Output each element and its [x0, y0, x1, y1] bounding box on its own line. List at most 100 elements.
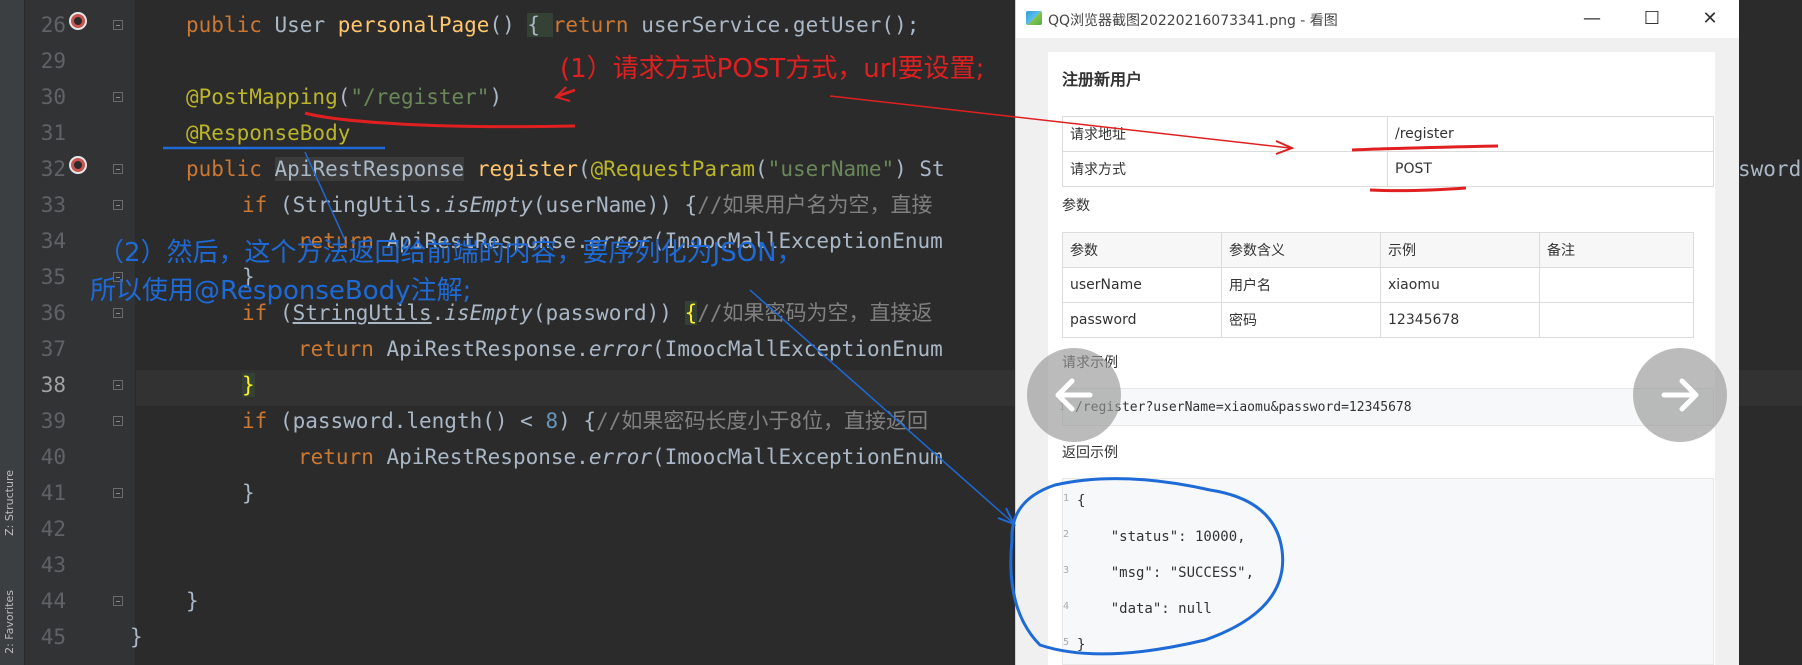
- code-line-40[interactable]: return ApiRestResponse.error(ImoocMallEx…: [298, 439, 943, 475]
- line-number: 36: [40, 301, 66, 325]
- code-token: (: [755, 157, 768, 181]
- code-token: if: [242, 193, 280, 217]
- code-token: "userName": [767, 157, 895, 181]
- code-token: ApiRestResponse: [274, 157, 465, 181]
- code-token: }: [242, 481, 255, 505]
- code-token: public: [186, 13, 275, 37]
- image-app-icon: [1026, 11, 1042, 25]
- code-token: public: [186, 157, 275, 181]
- line-number: 41: [40, 481, 66, 505]
- code-token: (password)): [532, 301, 685, 325]
- table-row: 请求地址 /register: [1062, 116, 1714, 152]
- fold-marker-icon[interactable]: [113, 596, 123, 606]
- response-text: {: [1077, 493, 1086, 509]
- line-number: 3: [1063, 565, 1070, 576]
- annotation-note-2-line-1: （2）然后，这个方法返回给前端的内容，要序列化为JSON，: [98, 238, 803, 268]
- table-row: 请求方式 POST: [1062, 151, 1714, 187]
- code-token: return: [552, 13, 642, 37]
- code-token: (StringUtils.: [279, 193, 445, 217]
- code-line-39[interactable]: if (password.length() < 8) {//如果密码长度小于8位…: [242, 403, 928, 439]
- favorites-tab[interactable]: 2: Favorites: [3, 590, 16, 654]
- code-token: ) {: [558, 409, 597, 433]
- line-number: 34: [40, 229, 66, 253]
- doc-title: 注册新用户: [1062, 70, 1143, 89]
- code-token: (: [577, 157, 591, 181]
- code-line-41[interactable]: }: [242, 475, 255, 511]
- table-header: 示例: [1380, 232, 1540, 268]
- line-number: 2: [1063, 529, 1070, 540]
- code-token: return: [298, 337, 387, 361]
- table-header: 参数: [1062, 232, 1222, 268]
- minimize-button[interactable]: —: [1567, 0, 1617, 38]
- code-token: 8: [545, 409, 559, 433]
- code-line-37[interactable]: return ApiRestResponse.error(ImoocMallEx…: [298, 331, 943, 367]
- fold-marker-icon[interactable]: [113, 416, 123, 426]
- code-token: ApiRestResponse.: [386, 337, 589, 361]
- tool-window-strip: Z: Structure 2: Favorites: [0, 0, 25, 665]
- response-example-box: 1{ 2 "status": 10000, 3 "msg": "SUCCESS"…: [1062, 478, 1714, 665]
- table-cell: 用户名: [1221, 267, 1381, 303]
- code-line-33[interactable]: if (StringUtils.isEmpty(userName)) {//如果…: [242, 187, 933, 223]
- maximize-button[interactable]: ☐: [1627, 0, 1677, 38]
- code-token: }: [186, 589, 199, 613]
- code-token: @PostMapping: [186, 85, 338, 109]
- table-cell: [1539, 267, 1694, 303]
- table-cell: [1539, 302, 1694, 338]
- table-row: password 密码 12345678: [1062, 302, 1694, 338]
- fold-marker-icon[interactable]: [113, 308, 123, 318]
- code-line-32[interactable]: public ApiRestResponse register(@Request…: [186, 151, 945, 187]
- implementing-method-icon[interactable]: [69, 156, 87, 174]
- table-header-row: 参数 参数含义 示例 备注: [1062, 232, 1694, 268]
- table-cell: POST: [1387, 151, 1714, 187]
- previous-image-button[interactable]: [1027, 348, 1121, 442]
- image-viewer-window: QQ浏览器截图20220216073341.png - 看图 — ☐ ✕ 注册新…: [1015, 0, 1739, 665]
- code-token: //如果用户名为空，直接: [697, 193, 933, 217]
- fold-marker-icon[interactable]: [113, 200, 123, 210]
- response-line: 1{: [1063, 493, 1086, 509]
- code-token: }: [130, 625, 143, 649]
- line-number: 1: [1063, 493, 1070, 504]
- code-token: isEmpty: [444, 193, 533, 217]
- table-header: 参数含义: [1221, 232, 1381, 268]
- next-image-button[interactable]: [1633, 348, 1727, 442]
- code-token: error: [588, 445, 653, 469]
- fold-marker-icon[interactable]: [113, 92, 123, 102]
- response-line: 4 "data": null: [1063, 601, 1212, 617]
- structure-tab[interactable]: Z: Structure: [3, 470, 16, 536]
- code-line-45[interactable]: }: [130, 619, 143, 655]
- code-token: (userName)) {: [532, 193, 698, 217]
- fold-marker-icon[interactable]: [113, 380, 123, 390]
- params-table: 参数 参数含义 示例 备注 userName 用户名 xiaomu passwo…: [1062, 232, 1694, 338]
- line-number: 29: [40, 49, 66, 73]
- fold-marker-icon[interactable]: [113, 488, 123, 498]
- code-token: error: [588, 337, 653, 361]
- response-line: 5}: [1063, 637, 1085, 653]
- close-button[interactable]: ✕: [1685, 0, 1735, 38]
- code-line-31[interactable]: @ResponseBody: [186, 115, 350, 151]
- code-line-32-tail: sword: [1738, 151, 1801, 187]
- code-token: @RequestParam: [590, 157, 756, 181]
- viewer-titlebar[interactable]: QQ浏览器截图20220216073341.png - 看图 — ☐ ✕: [1016, 0, 1739, 38]
- line-number: 4: [1063, 601, 1070, 612]
- window-title: QQ浏览器截图20220216073341.png - 看图: [1048, 13, 1338, 29]
- code-line-44[interactable]: }: [186, 583, 199, 619]
- code-line-30[interactable]: @PostMapping("/register"): [186, 79, 502, 115]
- implementing-method-icon[interactable]: [69, 12, 87, 30]
- table-header: 备注: [1539, 232, 1694, 268]
- annotation-note-2-line-2: 所以使用@ResponseBody注解;: [90, 276, 472, 306]
- response-text: "status": 10000,: [1077, 529, 1246, 545]
- fold-marker-icon[interactable]: [113, 164, 123, 174]
- arrow-right-icon: [1661, 378, 1699, 412]
- code-token: (: [337, 85, 351, 109]
- code-token: (password.length() <: [279, 409, 546, 433]
- code-line-26[interactable]: public User personalPage() { return user…: [186, 7, 919, 43]
- table-cell: password: [1062, 302, 1222, 338]
- code-line-38[interactable]: }: [242, 367, 255, 403]
- request-example-box: 1 /register?userName=xiaomu&password=123…: [1059, 388, 1714, 426]
- line-number: 40: [40, 445, 66, 469]
- line-number: 26: [40, 13, 66, 37]
- fold-marker-icon[interactable]: [113, 20, 123, 30]
- line-number: 43: [40, 553, 66, 577]
- line-number: 33: [40, 193, 66, 217]
- code-token: return: [298, 445, 387, 469]
